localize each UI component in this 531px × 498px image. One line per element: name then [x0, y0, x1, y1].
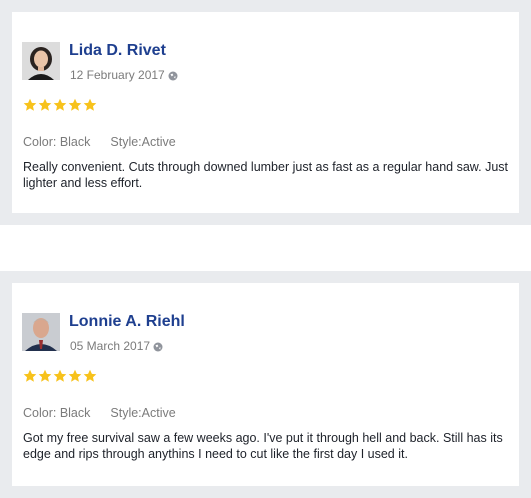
review-date-text: 12 February 2017 — [70, 68, 165, 82]
star-icon — [23, 369, 37, 382]
globe-icon — [153, 341, 163, 355]
review-date[interactable]: 12 February 2017 — [70, 68, 178, 84]
review-date[interactable]: 05 March 2017 — [70, 339, 163, 355]
star-icon — [38, 98, 52, 111]
review-text: Got my free survival saw a few weeks ago… — [23, 431, 503, 461]
product-variant: Color: Black Style:Active — [23, 406, 176, 420]
star-icon — [68, 369, 82, 382]
avatar[interactable] — [22, 42, 60, 80]
variant-color: Color: Black — [23, 135, 91, 149]
review-card: Lonnie A. Riehl 05 March 2017 Color: Bla… — [12, 283, 519, 486]
globe-icon — [168, 70, 178, 84]
star-icon — [23, 98, 37, 111]
reviewer-name[interactable]: Lonnie A. Riehl — [69, 313, 185, 331]
review-card: Lida D. Rivet 12 February 2017 Color: Bl… — [12, 12, 519, 213]
star-icon — [53, 98, 67, 111]
product-variant: Color: Black Style:Active — [23, 135, 176, 149]
star-rating — [23, 369, 97, 383]
reviewer-name[interactable]: Lida D. Rivet — [69, 42, 166, 60]
star-icon — [53, 369, 67, 382]
variant-style: Style:Active — [110, 406, 176, 420]
star-icon — [68, 98, 82, 111]
variant-color: Color: Black — [23, 406, 91, 420]
review-card-frame: Lida D. Rivet 12 February 2017 Color: Bl… — [0, 0, 531, 225]
star-icon — [83, 369, 97, 382]
star-icon — [83, 98, 97, 111]
review-text: Really convenient. Cuts through downed l… — [23, 160, 508, 190]
avatar[interactable] — [22, 313, 60, 351]
review-date-text: 05 March 2017 — [70, 339, 151, 353]
variant-style: Style:Active — [110, 135, 176, 149]
star-icon — [38, 369, 52, 382]
review-card-frame: Lonnie A. Riehl 05 March 2017 Color: Bla… — [0, 271, 531, 498]
star-rating — [23, 98, 97, 112]
